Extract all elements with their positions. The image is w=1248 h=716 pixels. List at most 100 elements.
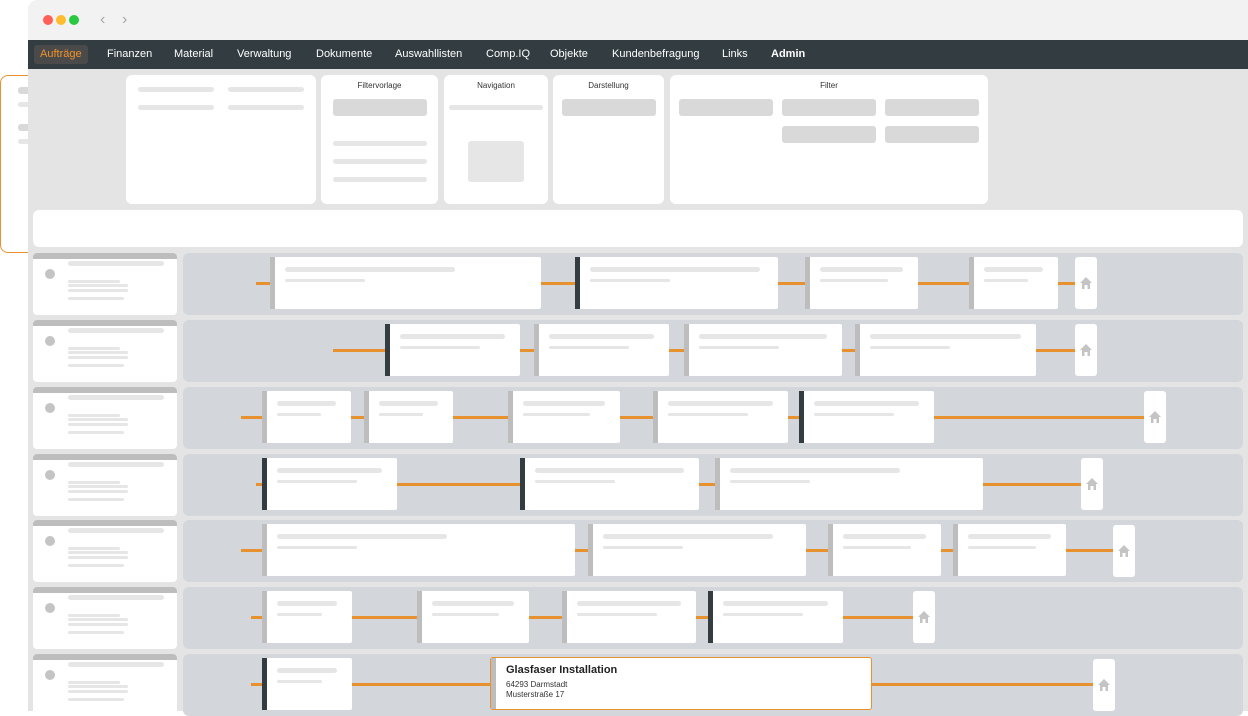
job-placeholder-line	[984, 267, 1043, 272]
job-card[interactable]	[417, 591, 529, 643]
menu-item-kundenbefragung[interactable]: Kundenbefragung	[612, 40, 699, 69]
placeholder-line	[68, 356, 128, 359]
job-card[interactable]	[520, 458, 699, 510]
resource-card-header	[33, 520, 177, 526]
job-card[interactable]	[653, 391, 788, 443]
job-status-bar	[508, 391, 513, 443]
home-button[interactable]	[1113, 525, 1135, 577]
job-card[interactable]	[575, 257, 778, 309]
job-card[interactable]	[262, 658, 352, 710]
resource-card-header	[33, 320, 177, 326]
job-placeholder-line	[723, 613, 803, 616]
menu-item-dokumente[interactable]: Dokumente	[316, 40, 372, 69]
filter-select[interactable]	[679, 99, 773, 116]
placeholder-line	[68, 564, 124, 567]
close-window-button[interactable]	[43, 15, 53, 25]
job-card[interactable]	[262, 524, 575, 576]
job-card[interactable]	[953, 524, 1066, 576]
minimize-window-button[interactable]	[56, 15, 66, 25]
job-card[interactable]	[969, 257, 1058, 309]
job-card[interactable]	[364, 391, 453, 443]
job-status-bar	[575, 257, 580, 309]
filter-select[interactable]	[885, 126, 979, 143]
job-card[interactable]	[588, 524, 806, 576]
placeholder-line	[68, 614, 120, 617]
job-card[interactable]	[715, 458, 983, 510]
job-placeholder-line	[968, 534, 1051, 539]
placeholder-line	[68, 364, 124, 367]
menu-item-verwaltung[interactable]: Verwaltung	[237, 40, 291, 69]
job-placeholder-line	[723, 601, 828, 606]
job-card[interactable]	[855, 324, 1036, 376]
home-button[interactable]	[1075, 257, 1097, 309]
placeholder-line	[68, 423, 128, 426]
menu-item-admin[interactable]: Admin	[771, 40, 805, 69]
placeholder-line	[228, 87, 304, 92]
job-placeholder-line	[379, 413, 423, 416]
job-placeholder-line	[285, 279, 365, 282]
job-status-bar	[799, 391, 804, 443]
menu-item-compiq[interactable]: Comp.IQ	[486, 40, 530, 69]
job-placeholder-line	[730, 480, 810, 483]
home-button[interactable]	[1075, 324, 1097, 376]
darstellung-select[interactable]	[562, 99, 656, 116]
job-placeholder-line	[277, 480, 357, 483]
resource-card[interactable]	[33, 654, 177, 716]
home-button[interactable]	[913, 591, 935, 643]
job-card[interactable]	[799, 391, 934, 443]
filtervorlage-select[interactable]	[333, 99, 427, 116]
job-card[interactable]	[805, 257, 918, 309]
job-card[interactable]	[262, 391, 351, 443]
home-button[interactable]	[1081, 458, 1103, 510]
maximize-window-button[interactable]	[69, 15, 79, 25]
filter-select[interactable]	[782, 126, 876, 143]
house-icon	[1080, 277, 1092, 289]
job-card[interactable]	[828, 524, 941, 576]
menu-item-objekte[interactable]: Objekte	[550, 40, 588, 69]
resource-card-header	[33, 387, 177, 393]
home-button[interactable]	[1144, 391, 1166, 443]
job-placeholder-line	[577, 613, 657, 616]
menu-item-finanzen[interactable]: Finanzen	[107, 40, 152, 69]
filter-select[interactable]	[885, 99, 979, 116]
job-detail-popup[interactable]: Glasfaser Installation 64293 Darmstadt M…	[490, 657, 872, 710]
resource-card[interactable]	[33, 387, 177, 449]
job-card[interactable]	[262, 591, 352, 643]
house-icon	[1118, 545, 1130, 557]
filter-panel: Filter	[670, 75, 988, 204]
menu-item-material[interactable]: Material	[174, 40, 213, 69]
navigation-preview[interactable]	[468, 141, 524, 182]
job-placeholder-line	[432, 613, 499, 616]
menu-item-auswahllisten[interactable]: Auswahllisten	[395, 40, 462, 69]
job-card[interactable]	[684, 324, 842, 376]
resource-card[interactable]	[33, 587, 177, 649]
menu-item-auftraege[interactable]: Aufträge	[34, 45, 88, 64]
filter-select[interactable]	[782, 99, 876, 116]
job-card[interactable]	[270, 257, 541, 309]
resource-card[interactable]	[33, 320, 177, 382]
placeholder-line	[333, 159, 427, 164]
toolbar-strip	[33, 210, 1243, 247]
resource-avatar	[45, 336, 55, 346]
job-card[interactable]	[508, 391, 620, 443]
job-status-bar	[385, 324, 390, 376]
forward-arrow-icon[interactable]: ›	[122, 10, 127, 30]
placeholder-line	[68, 698, 124, 701]
job-card[interactable]	[562, 591, 696, 643]
job-card[interactable]	[385, 324, 520, 376]
resource-card[interactable]	[33, 253, 177, 315]
menu-item-links[interactable]: Links	[722, 40, 748, 69]
job-card[interactable]	[708, 591, 843, 643]
resource-card[interactable]	[33, 520, 177, 582]
home-button[interactable]	[1093, 659, 1115, 711]
placeholder-line	[449, 105, 543, 110]
job-placeholder-line	[870, 346, 950, 349]
placeholder-line	[68, 414, 120, 417]
job-card[interactable]	[262, 458, 397, 510]
placeholder-line	[68, 623, 128, 626]
darstellung-title: Darstellung	[588, 81, 629, 90]
back-arrow-icon[interactable]: ‹	[100, 10, 105, 30]
resource-card[interactable]	[33, 454, 177, 516]
job-card[interactable]	[534, 324, 669, 376]
placeholder-line	[68, 297, 124, 300]
